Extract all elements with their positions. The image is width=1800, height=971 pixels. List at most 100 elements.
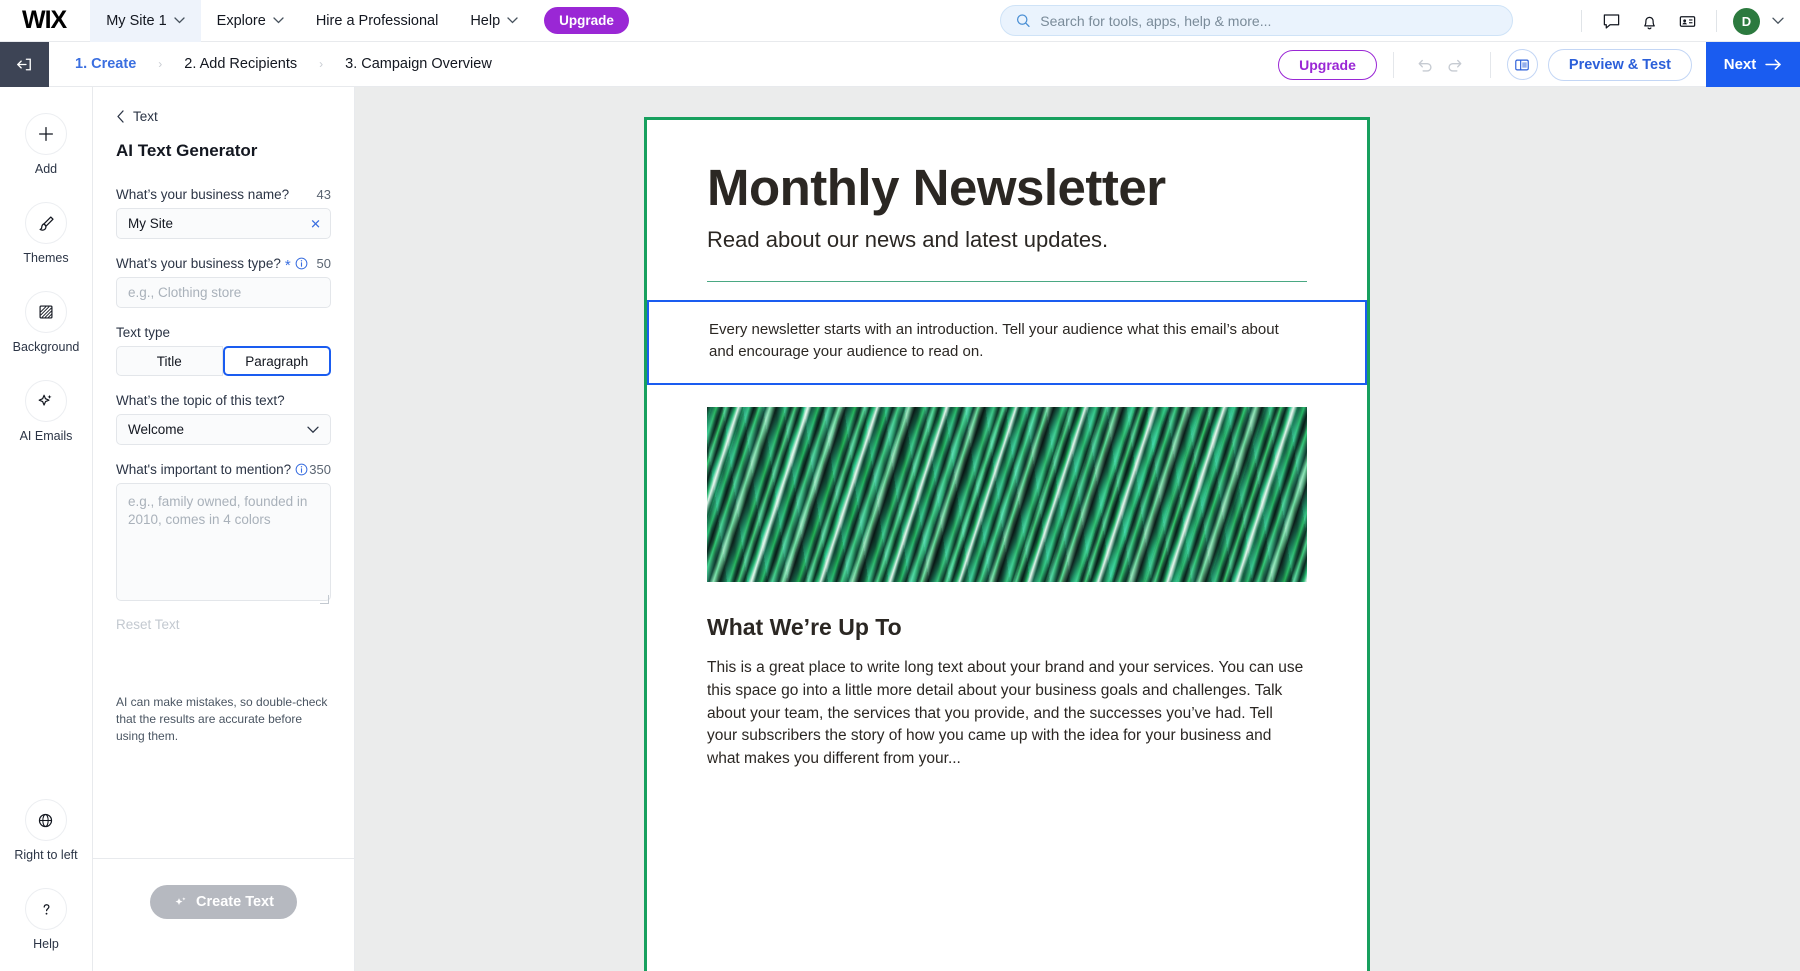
layout-panel-button[interactable] xyxy=(1506,49,1538,80)
breadcrumb: 1. Create › 2. Add Recipients › 3. Campa… xyxy=(49,56,492,72)
newsletter-title[interactable]: Monthly Newsletter xyxy=(707,158,1307,217)
reset-text-button[interactable]: Reset Text xyxy=(116,617,331,632)
text-type-label: Text type xyxy=(116,325,171,340)
site-selector[interactable]: My Site 1 xyxy=(90,0,201,42)
header-upgrade-button[interactable]: Upgrade xyxy=(544,7,629,34)
section-body-text[interactable]: This is a great place to write long text… xyxy=(707,657,1307,772)
step-create[interactable]: 1. Create xyxy=(75,56,136,72)
create-text-button[interactable]: Create Text xyxy=(150,885,297,919)
nav-hire-a-professional[interactable]: Hire a Professional xyxy=(300,0,455,42)
important-counter: 350 xyxy=(309,462,331,477)
search-input[interactable] xyxy=(1040,12,1497,29)
chevron-down-icon xyxy=(174,17,185,24)
required-asterisk: * xyxy=(284,257,291,274)
business-type-label-text: What’s your business type? xyxy=(116,256,281,271)
rail-label-background: Background xyxy=(12,340,80,354)
layout-panel-icon xyxy=(1515,59,1530,70)
redo-button[interactable] xyxy=(1440,50,1470,80)
rail-item-add[interactable]: Add xyxy=(25,113,67,176)
email-canvas[interactable]: Monthly Newsletter Read about our news a… xyxy=(355,87,1800,971)
question-icon xyxy=(25,888,67,930)
redo-icon xyxy=(1448,59,1462,72)
exit-editor-button[interactable] xyxy=(0,41,49,87)
business-name-counter: 43 xyxy=(316,187,331,202)
important-label: What's important to mention? xyxy=(116,462,308,477)
rail-item-themes[interactable]: Themes xyxy=(23,202,69,265)
business-type-field[interactable] xyxy=(116,277,331,308)
ai-text-generator-panel: Text AI Text Generator What’s your busin… xyxy=(93,87,355,971)
text-type-option-paragraph[interactable]: Paragraph xyxy=(222,346,331,376)
top-header: WIX My Site 1 Explore Hire a Professiona… xyxy=(0,0,1800,42)
chevron-left-icon xyxy=(117,110,124,123)
intro-text-block-selected[interactable]: Every newsletter starts with an introduc… xyxy=(647,300,1367,385)
sparkle-icon xyxy=(175,896,186,905)
page-title: AI Text Generator xyxy=(116,141,258,160)
chevron-down-icon xyxy=(507,17,518,24)
site-name: My Site 1 xyxy=(106,12,167,29)
avatar[interactable]: D xyxy=(1733,7,1760,35)
rail-label-help: Help xyxy=(33,937,59,951)
stepbar-actions: Upgrade Preview & Test Next xyxy=(1278,42,1800,87)
arrow-right-icon xyxy=(1765,59,1781,70)
resize-handle[interactable] xyxy=(320,595,329,604)
business-name-input[interactable] xyxy=(128,216,319,231)
info-icon[interactable] xyxy=(295,257,308,270)
back-to-text-link[interactable]: Text xyxy=(116,109,331,124)
nav-explore[interactable]: Explore xyxy=(201,0,300,42)
info-icon[interactable] xyxy=(295,463,308,476)
nav-explore-label: Explore xyxy=(216,12,266,29)
newsletter-subtitle[interactable]: Read about our news and latest updates. xyxy=(707,227,1307,253)
plus-icon xyxy=(25,113,67,155)
rail-label-themes: Themes xyxy=(23,251,69,265)
business-name-field[interactable]: ✕ xyxy=(116,208,331,239)
important-textarea[interactable] xyxy=(116,483,331,601)
nav-help[interactable]: Help xyxy=(454,0,534,42)
preview-and-test-button[interactable]: Preview & Test xyxy=(1547,48,1692,81)
campaign-step-bar: 1. Create › 2. Add Recipients › 3. Campa… xyxy=(0,41,1800,87)
rail-item-right-to-left[interactable]: Right to left xyxy=(14,799,78,862)
step-separator: › xyxy=(158,57,163,71)
topic-selected-value: Welcome xyxy=(128,422,185,437)
create-text-label: Create Text xyxy=(196,894,274,910)
clear-x-icon[interactable]: ✕ xyxy=(310,217,321,230)
header-icon-group: D xyxy=(1573,0,1790,42)
sparkle-icon xyxy=(24,380,67,422)
step-campaign-overview[interactable]: 3. Campaign Overview xyxy=(345,56,492,72)
next-label: Next xyxy=(1723,56,1757,73)
wix-logo[interactable]: WIX xyxy=(0,8,90,33)
exit-icon xyxy=(17,58,31,70)
topic-select[interactable]: Welcome xyxy=(116,414,331,445)
background-icon xyxy=(25,291,67,333)
business-name-label: What’s your business name? xyxy=(116,187,290,202)
business-type-label-row: What’s your business type? * 50 xyxy=(116,256,331,274)
chevron-down-icon xyxy=(273,17,284,24)
left-rail: Add Themes Background AI Emails Right to… xyxy=(0,87,93,971)
divider-2 xyxy=(1489,51,1491,78)
chat-icon[interactable] xyxy=(1594,4,1628,38)
rail-item-help[interactable]: Help xyxy=(25,888,67,951)
business-type-counter: 50 xyxy=(316,256,331,271)
global-search[interactable] xyxy=(1000,5,1513,36)
topic-label: What’s the topic of this text? xyxy=(116,393,285,408)
text-type-option-title[interactable]: Title xyxy=(116,346,223,376)
rail-item-background[interactable]: Background xyxy=(12,291,80,354)
section-heading[interactable]: What We’re Up To xyxy=(707,614,1307,641)
rail-label-ai-emails: AI Emails xyxy=(19,429,73,443)
business-name-label-row: What’s your business name? 43 xyxy=(116,187,331,202)
email-template-frame[interactable]: Monthly Newsletter Read about our news a… xyxy=(644,117,1370,971)
business-type-input[interactable] xyxy=(128,285,319,300)
bell-icon[interactable] xyxy=(1632,4,1666,38)
upgrade-button[interactable]: Upgrade xyxy=(1278,49,1377,80)
chevron-down-icon[interactable] xyxy=(1772,17,1784,25)
step-add-recipients[interactable]: 2. Add Recipients xyxy=(184,56,297,72)
panel-divider xyxy=(93,858,354,859)
rail-bottom-group: Right to left Help xyxy=(0,799,92,951)
contacts-icon[interactable] xyxy=(1670,4,1704,38)
rail-item-ai-emails[interactable]: AI Emails xyxy=(19,380,73,443)
step-separator-2: › xyxy=(319,57,324,71)
hero-image[interactable] xyxy=(707,406,1307,582)
undo-button[interactable] xyxy=(1410,50,1440,80)
next-button[interactable]: Next xyxy=(1706,42,1800,87)
brush-icon xyxy=(25,202,67,244)
intro-text: Every newsletter starts with an introduc… xyxy=(709,321,1279,360)
